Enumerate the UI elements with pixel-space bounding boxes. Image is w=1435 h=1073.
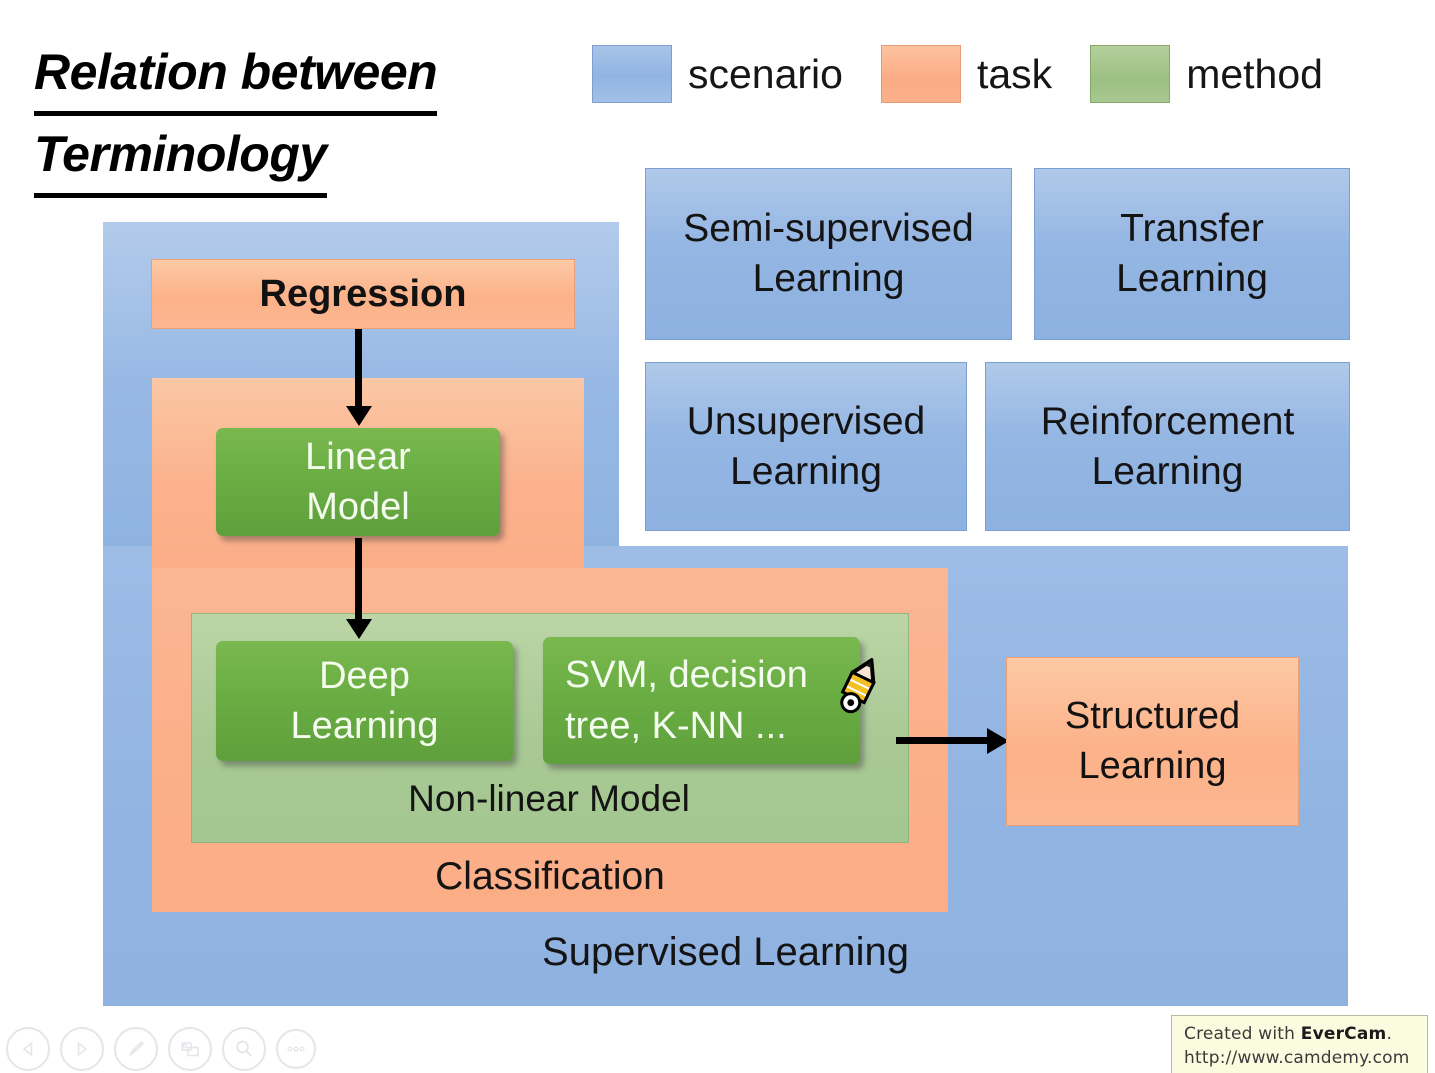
scenario-box-line-2: Learning <box>1091 449 1244 493</box>
watermark-brand: EverCam <box>1300 1024 1387 1044</box>
method-swatch-icon <box>1090 45 1171 103</box>
more-options-button[interactable] <box>276 1029 316 1069</box>
windows-icon <box>181 1042 199 1057</box>
task-box-line-1: Structured <box>1064 695 1241 738</box>
method-box-line-2: tree, K-NN ... <box>565 704 787 747</box>
legend-label-scenario: scenario <box>688 50 843 97</box>
method-box-linear-model: Linear Model <box>216 428 500 536</box>
scenario-box-semi-supervised-learning: Semi-supervised Learning <box>645 168 1012 340</box>
scenario-box-reinforcement-learning: Reinforcement Learning <box>985 362 1350 531</box>
magnifier-icon <box>236 1040 252 1057</box>
watermark-period: . <box>1386 1024 1393 1044</box>
task-swatch-icon <box>880 45 961 103</box>
scenario-box-line-2: Learning <box>730 449 882 493</box>
legend: scenario task method <box>592 45 1361 103</box>
scenario-swatch-icon <box>592 45 672 103</box>
previous-slide-button[interactable] <box>6 1027 50 1071</box>
legend-item-task: task <box>880 45 1090 103</box>
page-title: Relation between Terminology <box>34 34 574 198</box>
pen-tool-button[interactable] <box>114 1027 158 1071</box>
ellipsis-icon <box>287 1046 305 1052</box>
non-linear-model-label: Non-linear Model <box>408 778 690 819</box>
method-box-line-2: Model <box>306 486 410 528</box>
arrow-to-structured-learning <box>896 737 988 744</box>
watermark-url: http://www.camdemy.com <box>1184 1048 1410 1069</box>
task-box-structured-learning: Structured Learning <box>1006 657 1299 826</box>
legend-item-method: method <box>1090 45 1361 103</box>
scenario-box-line-2: Learning <box>1116 257 1268 300</box>
evercam-watermark: Created with EverCam. http://www.camdemy… <box>1171 1015 1428 1073</box>
page-title-line-2: Terminology <box>34 116 327 198</box>
legend-label-method: method <box>1186 50 1323 97</box>
method-box-line-1: Linear <box>305 435 411 478</box>
task-box-line-2: Learning <box>1078 744 1227 787</box>
scenario-box-line-1: Reinforcement <box>1040 399 1295 443</box>
scenario-box-unsupervised-learning: Unsupervised Learning <box>645 362 967 531</box>
scenario-box-line-1: Semi-supervised <box>683 207 974 251</box>
slide-canvas: Relation between Terminology scenario ta… <box>0 0 1435 1073</box>
watermark-created-with: Created with <box>1184 1024 1301 1044</box>
arrow-regression-to-linear-model <box>355 329 362 407</box>
scenario-box-line-1: Transfer <box>1120 207 1264 251</box>
playback-toolbar[interactable] <box>6 1027 316 1071</box>
legend-item-scenario: scenario <box>592 45 881 103</box>
triangle-left-icon <box>23 1042 33 1056</box>
task-box-label: Regression <box>259 272 467 315</box>
scenario-box-line-2: Learning <box>752 257 905 300</box>
scenario-box-transfer-learning: Transfer Learning <box>1034 168 1350 340</box>
supervised-learning-label: Supervised Learning <box>542 930 909 974</box>
pen-icon <box>129 1041 144 1056</box>
triangle-right-icon <box>77 1042 87 1056</box>
task-box-regression: Regression <box>151 259 575 329</box>
scenario-box-line-1: Unsupervised <box>686 399 926 443</box>
method-box-svm-decision-tree-knn: SVM, decision tree, K-NN ... <box>543 637 860 764</box>
layout-button[interactable] <box>168 1027 212 1071</box>
method-box-line-1: SVM, decision <box>565 654 808 697</box>
next-slide-button[interactable] <box>60 1027 104 1071</box>
arrow-linear-model-to-deep-learning <box>355 538 362 620</box>
method-box-deep-learning: Deep Learning <box>216 641 513 761</box>
watermark-line-1: Created with EverCam. <box>1184 1022 1418 1046</box>
zoom-button[interactable] <box>222 1027 266 1071</box>
method-box-line-2: Learning <box>290 705 439 747</box>
page-title-line-1: Relation between <box>34 34 438 116</box>
legend-label-task: task <box>976 50 1053 97</box>
classification-label: Classification <box>435 855 665 898</box>
method-box-line-1: Deep <box>319 654 410 697</box>
